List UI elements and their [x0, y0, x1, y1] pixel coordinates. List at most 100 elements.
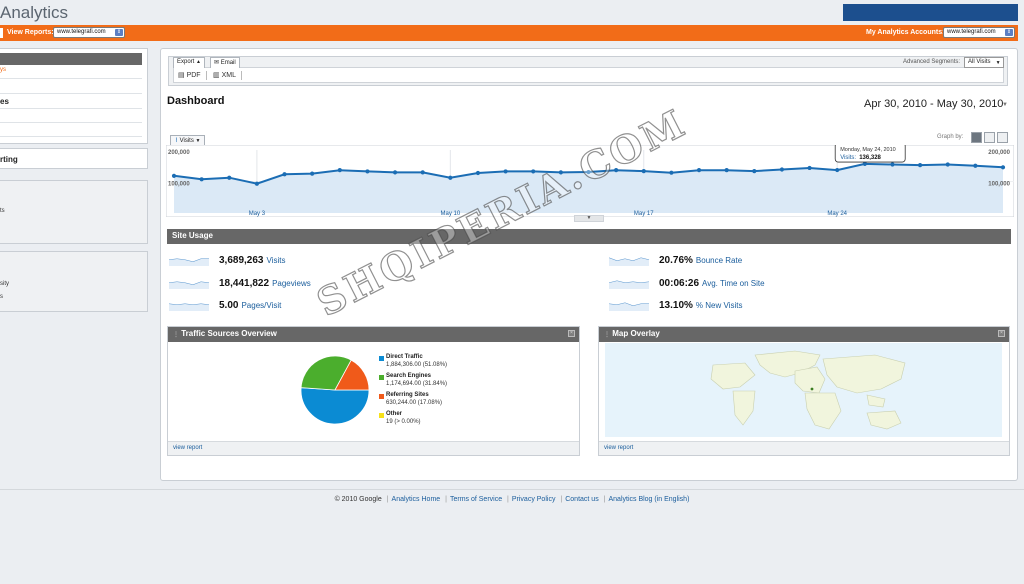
close-icon[interactable]: × [568, 330, 575, 337]
chart-point [918, 163, 923, 168]
chart-point [890, 162, 895, 167]
metric-label[interactable]: Avg. Time on Site [702, 279, 765, 288]
legend-name: Direct Traffic [386, 354, 423, 360]
sidebar-item-reports[interactable]: ys [0, 67, 6, 73]
email-label: Email [220, 60, 236, 66]
accounts-label: My Analytics Accounts: [866, 29, 945, 36]
graph-by-week-button[interactable] [984, 132, 995, 143]
legend-name: Referring Sites [386, 392, 429, 398]
chart-point [779, 167, 785, 172]
view-reports-label: View Reports: [7, 29, 54, 36]
export-label: Export [177, 59, 195, 65]
sidebar-reporting-panel: rting [0, 148, 148, 169]
legend-swatch [379, 413, 384, 418]
metric-label[interactable]: Pageviews [272, 279, 311, 288]
metric-value: 5.00 [219, 300, 239, 311]
chart-resize-handle[interactable]: ▼ [574, 215, 604, 222]
traffic-pie-chart [300, 355, 370, 425]
pie-slice[interactable] [300, 387, 370, 425]
sparkline-icon [609, 257, 650, 266]
legend-swatch [379, 356, 384, 361]
footer-link-analytics-home[interactable]: Analytics Home [392, 496, 441, 503]
sidebar-item-tools[interactable]: ts [0, 208, 5, 214]
close-icon[interactable]: × [998, 330, 1005, 337]
tooltip-date: Monday, May 24, 2010 [840, 147, 896, 153]
map-region-europe [794, 366, 826, 394]
export-format-row [173, 67, 1004, 83]
chart-point [392, 170, 398, 175]
y-tick-label: 100,000 [168, 182, 190, 188]
date-range-picker[interactable]: Apr 30, 2010 - May 30, 2010 ▼ [860, 95, 1010, 115]
chart-point [835, 167, 840, 173]
metric-label[interactable]: Bounce Rate [696, 256, 742, 265]
world-map[interactable] [605, 343, 1002, 437]
map-region-south-america [732, 390, 756, 426]
metric-4[interactable]: 00:06:26 Avg. Time on Site [609, 277, 929, 291]
tooltip-label: Visits: [840, 155, 856, 161]
y-tick-label: 200,000 [988, 150, 1010, 156]
page-title: Dashboard [167, 95, 225, 107]
footer-link-terms[interactable]: Terms of Service [450, 496, 502, 503]
caret-down-icon: ▼ [195, 138, 201, 144]
sidebar-item-sites[interactable]: es [0, 97, 9, 106]
graph-by-day-button[interactable] [971, 132, 982, 143]
sidebar-item-resources[interactable]: s [0, 294, 3, 300]
map-overlay-header: ⋮ Map Overlay [599, 327, 1009, 342]
accounts-value: www.telegrafi.com [947, 29, 996, 35]
page-footer: © 2010 Google | Analytics Home | Terms of … [334, 496, 690, 503]
metric-label[interactable]: % New Visits [696, 301, 743, 310]
export-tab[interactable]: Export ▲ [173, 57, 205, 68]
chevron-updown-icon: ⇕ [115, 29, 123, 36]
site-usage-header: Site Usage [167, 229, 1011, 244]
legend-name: Other [386, 411, 403, 417]
footer-link-blog[interactable]: Analytics Blog (in English) [608, 496, 689, 503]
metric-value: 18,441,822 [219, 278, 270, 289]
tooltip-value: 136,328 [859, 155, 881, 161]
legend-swatch [379, 375, 384, 380]
footer-link-privacy[interactable]: Privacy Policy [512, 496, 556, 503]
graph-by-month-button[interactable] [997, 132, 1008, 143]
sparkline-icon [169, 281, 210, 289]
sidebar-item-reporting[interactable]: rting [0, 155, 18, 164]
chart-point [724, 168, 729, 173]
sidebar-tools-panel: ts [0, 180, 148, 244]
pdf-export-link[interactable]: ▤ PDF [178, 71, 201, 79]
advanced-segments-select[interactable]: All Visits ▼ [964, 57, 1004, 68]
footer-link-contact[interactable]: Contact us [565, 496, 598, 503]
metric-3[interactable]: 20.76% Bounce Rate [609, 254, 929, 268]
traffic-view-report-link[interactable]: view report [173, 445, 202, 451]
chart-point [310, 171, 315, 176]
legend-name: Search Engines [386, 373, 432, 379]
map-view-report-link[interactable]: view report [604, 445, 633, 451]
chart-point [475, 170, 481, 176]
accounts-select[interactable]: www.telegrafi.com ⇕ [943, 27, 1015, 38]
xml-export-link[interactable]: ▥ XML [213, 71, 236, 79]
legend-value: 630,244.00 (17.08%) [386, 400, 443, 406]
line-chart-icon: ⌇ [175, 138, 178, 144]
map-region-asia [822, 354, 906, 394]
chart-point [752, 169, 757, 174]
metric-label[interactable]: Visits [267, 256, 286, 265]
chart-point [227, 175, 232, 180]
x-tick-label: May 3 [249, 211, 266, 217]
chart-point [365, 169, 370, 174]
metric-5[interactable]: 13.10%% New Visits [609, 299, 929, 313]
chart-point [945, 162, 950, 167]
caret-down-icon: ▼ [1002, 102, 1008, 108]
sidebar-header-bar [0, 53, 142, 65]
view-reports-value: www.telegrafi.com [57, 29, 106, 35]
map-region-southeast-asia [866, 394, 886, 408]
drag-grip-icon: ⋮ [173, 332, 179, 338]
x-tick-label: May 17 [634, 211, 654, 217]
sidebar-item-university[interactable]: sity [0, 281, 9, 287]
map-footer: view report [599, 441, 1009, 455]
caret-down-icon: ▼ [995, 60, 1001, 66]
chart-point [641, 169, 646, 174]
report-toolbar: View Reports: www.telegrafi.com ⇕ My Ana… [0, 25, 1018, 41]
metric-label[interactable]: Pages/Visit [241, 301, 281, 310]
chart-point [696, 168, 702, 173]
view-reports-select[interactable]: www.telegrafi.com ⇕ [53, 27, 125, 38]
email-tab[interactable]: ✉ Email [210, 57, 240, 68]
chart-point [973, 163, 978, 168]
sidebar-help-panel: sity s [0, 251, 148, 312]
